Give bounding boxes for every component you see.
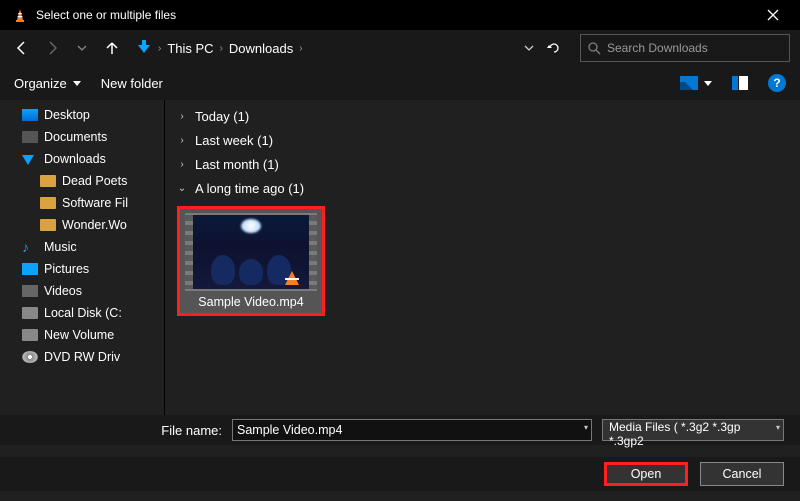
sidebar-item-pictures[interactable]: Pictures [4,258,164,280]
sidebar-item-desktop[interactable]: Desktop [4,104,164,126]
refresh-button[interactable] [546,40,562,56]
organize-menu[interactable]: Organize [14,76,81,91]
sidebar-label: Local Disk (C: [44,306,122,320]
sidebar-label: Documents [44,130,107,144]
button-row: Open Cancel [0,457,800,491]
sidebar: Desktop Documents Downloads Dead Poets S… [0,100,165,440]
group-label: A long time ago (1) [195,181,304,196]
sidebar-item-music[interactable]: ♪ Music [4,236,164,258]
sidebar-label: New Volume [44,328,114,342]
toolbar: Organize New folder ? [0,66,800,100]
chevron-down-icon [704,79,712,87]
file-tile-sample-video[interactable]: Sample Video.mp4 [177,206,325,316]
file-list: › Today (1) › Last week (1) › Last month (1… [165,100,800,440]
sidebar-label: Pictures [44,262,89,276]
video-thumbnail [185,213,317,291]
sidebar-label: Music [44,240,77,254]
chevron-right-icon: › [177,135,187,146]
picture-icon [680,76,698,90]
videos-icon [22,285,38,297]
chevron-down-icon: ⌄ [177,183,187,194]
search-input[interactable]: Search Downloads [580,34,790,62]
organize-label: Organize [14,76,67,91]
filename-input[interactable] [232,419,592,441]
sidebar-label: Dead Poets [62,174,127,188]
vlc-overlay-icon [285,271,299,285]
group-label: Last month (1) [195,157,279,172]
sidebar-label: Videos [44,284,82,298]
breadcrumb[interactable]: › This PC › Downloads › [136,40,518,56]
disk-icon [22,329,38,341]
desktop-icon [22,109,38,121]
sidebar-item-folder[interactable]: Dead Poets [4,170,164,192]
open-button[interactable]: Open [604,462,688,486]
folder-icon [40,197,56,209]
disk-icon [22,307,38,319]
sidebar-label: DVD RW Driv [44,350,120,364]
chevron-right-icon: › [158,43,161,54]
recent-dropdown[interactable] [70,36,94,60]
filename-row: File name: ▾ Media Files ( *.3g2 *.3gp *… [0,415,800,445]
downloads-icon [22,153,38,165]
help-button[interactable]: ? [768,74,786,92]
group-label: Last week (1) [195,133,273,148]
sidebar-item-folder[interactable]: Wonder.Wo [4,214,164,236]
close-button[interactable] [750,0,796,30]
chevron-down-icon[interactable]: ▾ [776,423,780,432]
forward-button[interactable] [40,36,64,60]
dvd-icon [22,351,38,363]
filename-label: File name: [161,423,222,438]
titlebar: Select one or multiple files [0,0,800,30]
address-dropdown[interactable] [524,43,534,53]
window-title: Select one or multiple files [36,8,750,22]
new-folder-button[interactable]: New folder [101,76,163,91]
folder-icon [40,175,56,187]
up-button[interactable] [100,36,124,60]
group-today[interactable]: › Today (1) [177,104,788,128]
file-label: Sample Video.mp4 [198,295,303,309]
music-icon: ♪ [22,241,38,253]
chevron-right-icon: › [299,43,302,54]
group-last-month[interactable]: › Last month (1) [177,152,788,176]
vlc-icon [12,7,28,23]
cancel-button[interactable]: Cancel [700,462,784,486]
view-options[interactable] [680,76,712,90]
chevron-right-icon: › [220,43,223,54]
group-long-time-ago[interactable]: ⌄ A long time ago (1) [177,176,788,200]
sidebar-item-local-disk[interactable]: Local Disk (C: [4,302,164,324]
chevron-right-icon: › [177,159,187,170]
sidebar-label: Software Fil [62,196,128,210]
group-last-week[interactable]: › Last week (1) [177,128,788,152]
nav-row: › This PC › Downloads › Search Downloads [0,30,800,66]
new-folder-label: New folder [101,76,163,91]
filetype-label: Media Files ( *.3g2 *.3gp *.3gp2 [609,420,740,448]
preview-pane-toggle[interactable] [732,76,748,90]
down-arrow-icon [136,40,152,56]
sidebar-item-folder[interactable]: Software Fil [4,192,164,214]
breadcrumb-folder[interactable]: Downloads [229,41,293,56]
sidebar-item-downloads[interactable]: Downloads [4,148,164,170]
sidebar-label: Downloads [44,152,106,166]
filetype-select[interactable]: Media Files ( *.3g2 *.3gp *.3gp2 [602,419,784,441]
sidebar-item-dvd[interactable]: DVD RW Driv [4,346,164,368]
documents-icon [22,131,38,143]
body: Desktop Documents Downloads Dead Poets S… [0,100,800,440]
folder-icon [40,219,56,231]
back-button[interactable] [10,36,34,60]
search-placeholder: Search Downloads [607,41,708,55]
sidebar-label: Wonder.Wo [62,218,127,232]
chevron-down-icon [73,79,81,87]
sidebar-item-documents[interactable]: Documents [4,126,164,148]
chevron-right-icon: › [177,111,187,122]
sidebar-label: Desktop [44,108,90,122]
sidebar-item-new-volume[interactable]: New Volume [4,324,164,346]
search-icon [587,41,601,55]
pictures-icon [22,263,38,275]
group-label: Today (1) [195,109,249,124]
preview-pane-icon [732,76,748,90]
chevron-down-icon[interactable]: ▾ [584,423,588,432]
breadcrumb-root[interactable]: This PC [167,41,213,56]
sidebar-item-videos[interactable]: Videos [4,280,164,302]
